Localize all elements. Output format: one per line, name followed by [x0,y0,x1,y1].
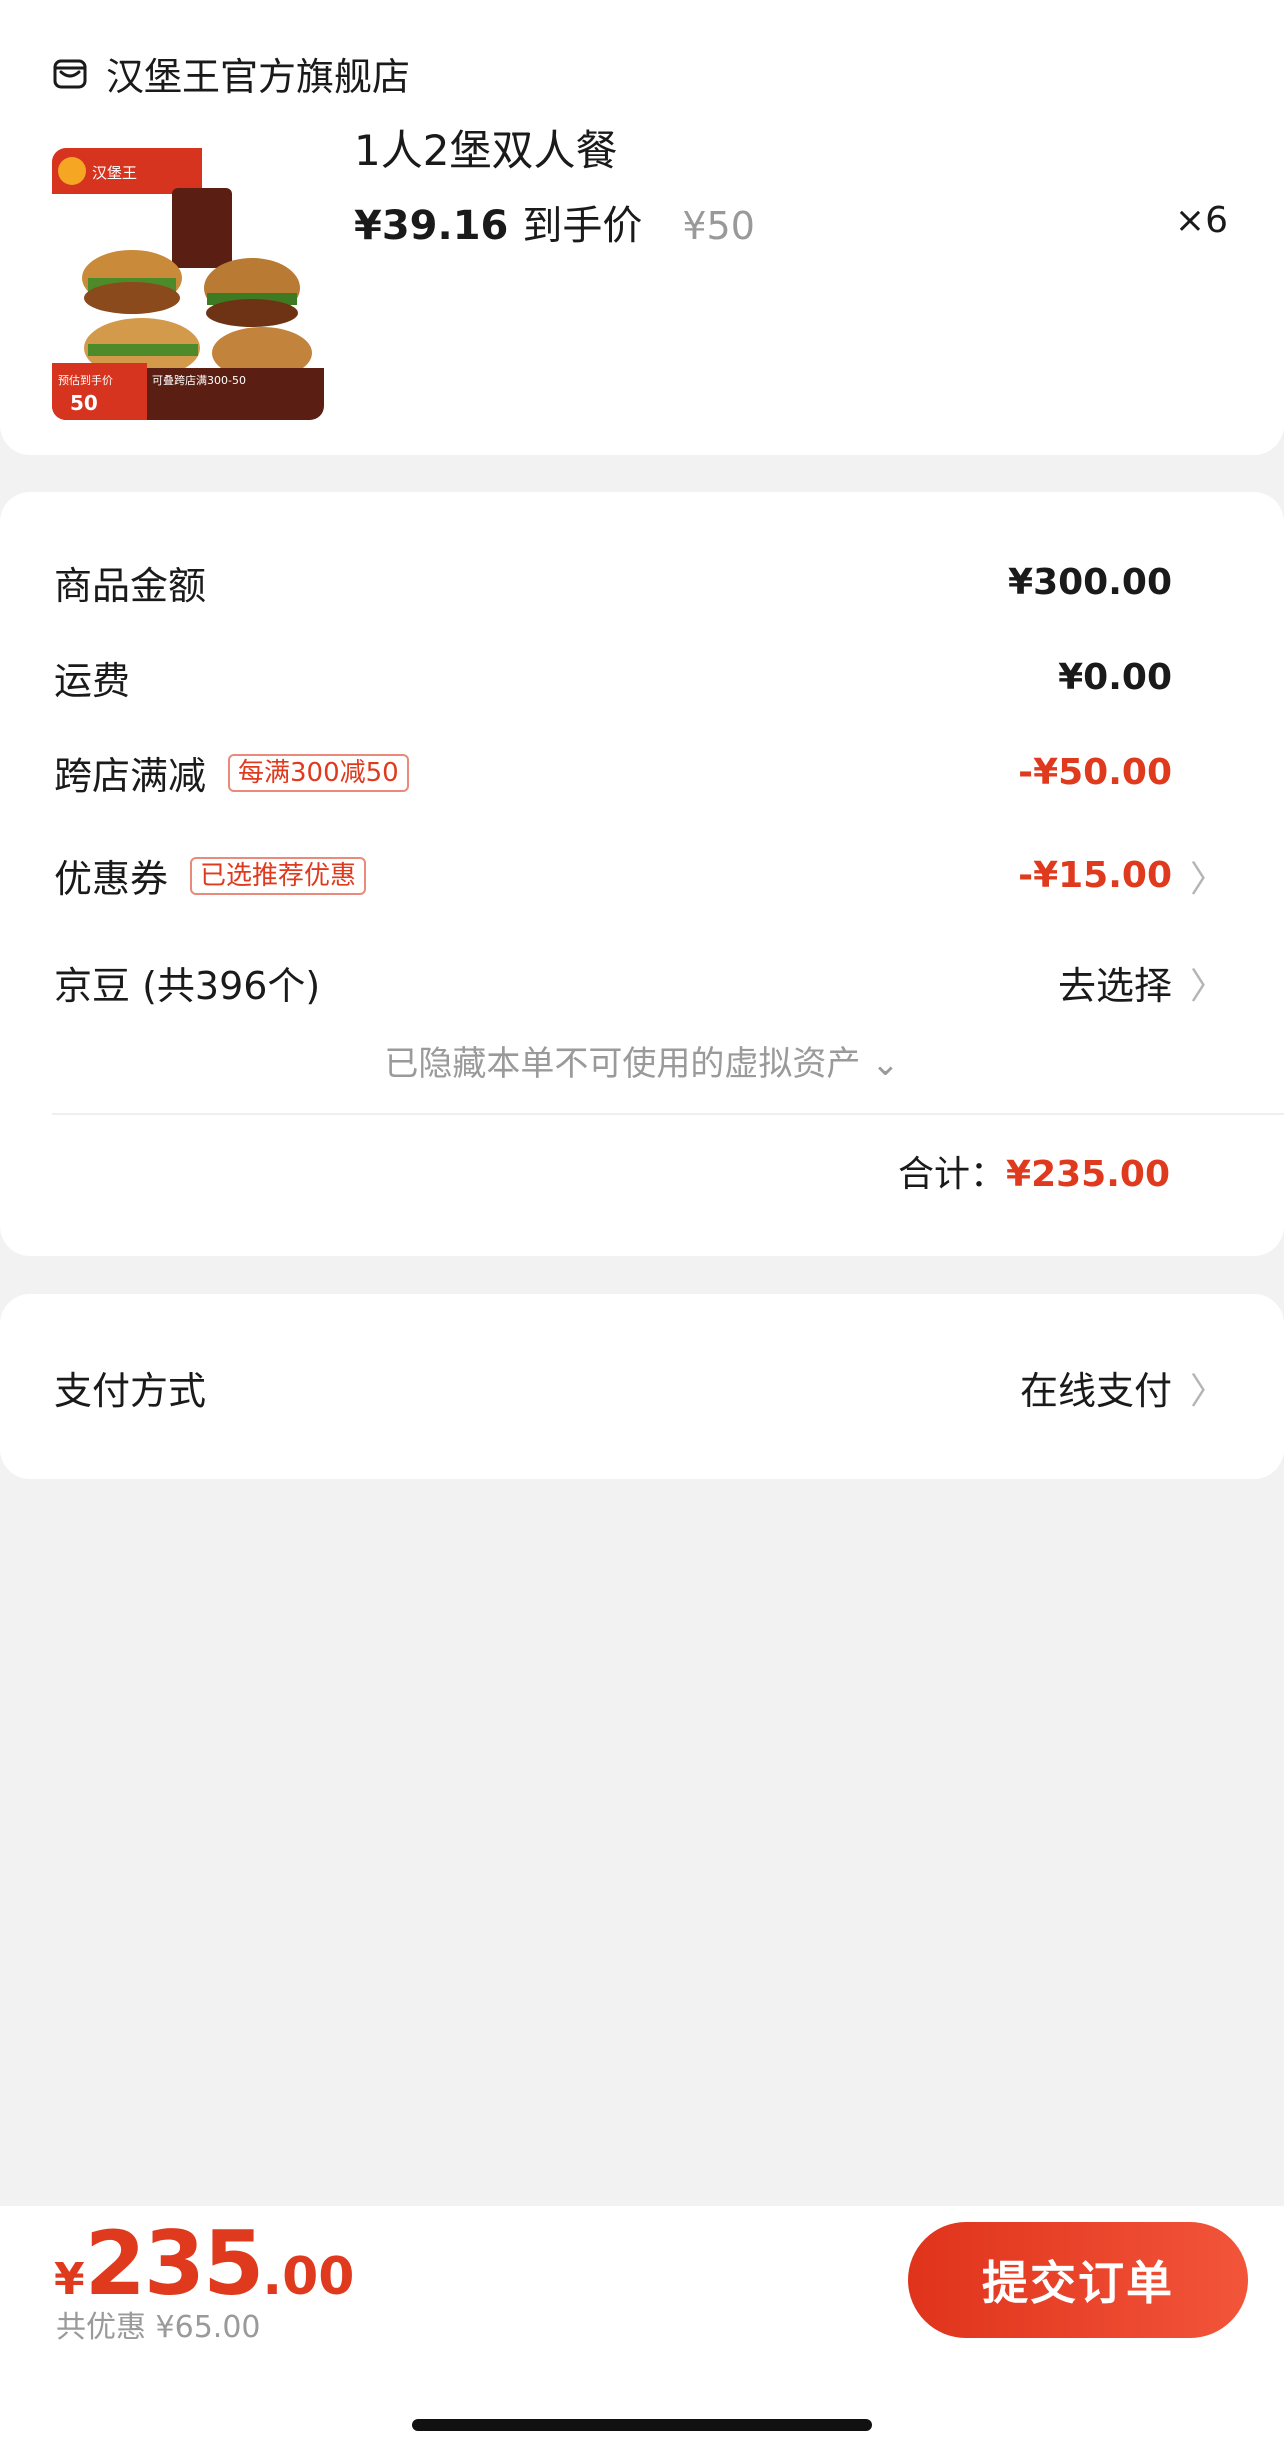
chevron-right-icon: 〉 [1189,858,1226,900]
jingdou-value: 去选择 [1057,964,1172,1008]
chevron-right-icon: 〉 [1189,1370,1226,1412]
price-row: ¥39.16 到手价 ¥50 [354,193,755,251]
hidden-assets-note: 已隐藏本单不可使用的虚拟资产 [384,1044,861,1084]
payment-label: 支付方式 [54,1369,207,1413]
chevron-right-icon: 〉 [1189,965,1226,1007]
store-name: 汉堡王官方旗舰店 [106,55,411,99]
hidden-assets-toggle[interactable]: 已隐藏本单不可使用的虚拟资产 ⌄ [0,1036,1284,1085]
payment-value: 在线支付 [1019,1369,1172,1413]
image-promo: 可叠跨店满300-50 [152,373,246,387]
total-saved: 共优惠 ¥65.00 [56,2310,261,2345]
product-price: ¥39.16 [354,203,509,249]
payment-row[interactable]: 支付方式 在线支付 〉 [54,1360,1284,1415]
pay-currency: ¥ [54,2254,85,2305]
cross-store-tag: 每满300减50 [228,753,409,792]
coupon-row[interactable]: 优惠券 已选推荐优惠 -¥15.00 〉 [54,848,1284,903]
coupon-label: 优惠券 [54,857,169,901]
total-label: 合计： [898,1154,1007,1195]
shipping-row: 运费 ¥0.00 [54,650,1284,705]
jingdou-row[interactable]: 京豆 (共396个) 去选择 〉 [54,955,1284,1010]
coupon-value: -¥15.00 [1018,855,1172,896]
cross-store-row: 跨店满减 每满300减50 -¥50.00 [54,745,1284,800]
pay-amount-dec: .00 [262,2247,355,2307]
goods-amount-row: 商品金额 ¥300.00 [54,555,1284,610]
pay-amount: ¥ 235 .00 [54,2212,354,2315]
product-image[interactable]: 汉堡王 预估到手价 50 可叠跨店满300-50 [52,148,324,420]
total-row: 合计： ¥235.00 [898,1145,1170,1197]
price-tag: 到手价 [522,203,643,249]
home-indicator[interactable] [412,2419,872,2431]
store-header[interactable]: 汉堡王官方旗舰店 [52,46,410,101]
cross-store-value: -¥50.00 [1018,752,1172,793]
goods-amount-label: 商品金额 [54,564,207,608]
submit-order-button[interactable]: 提交订单 [908,2222,1248,2338]
cross-store-label: 跨店满减 [54,754,207,798]
goods-amount-value: ¥300.00 [1008,562,1172,603]
shipping-label: 运费 [54,659,131,703]
image-badge: 汉堡王 [92,164,137,182]
shipping-value: ¥0.00 [1058,657,1172,698]
store-icon [52,56,88,92]
chevron-down-icon: ⌄ [871,1044,900,1084]
original-price: ¥50 [682,204,755,248]
divider [52,1113,1284,1115]
product-title: 1人2堡双人餐 [354,126,618,175]
coupon-tag: 已选推荐优惠 [190,856,367,895]
jingdou-label: 京豆 (共396个) [54,964,321,1008]
image-price: 50 [70,391,98,415]
image-price-label: 预估到手价 [58,373,113,387]
quantity: ×6 [1174,200,1228,241]
total-value: ¥235.00 [1006,1154,1170,1195]
pay-amount-int: 235 [84,2212,265,2315]
